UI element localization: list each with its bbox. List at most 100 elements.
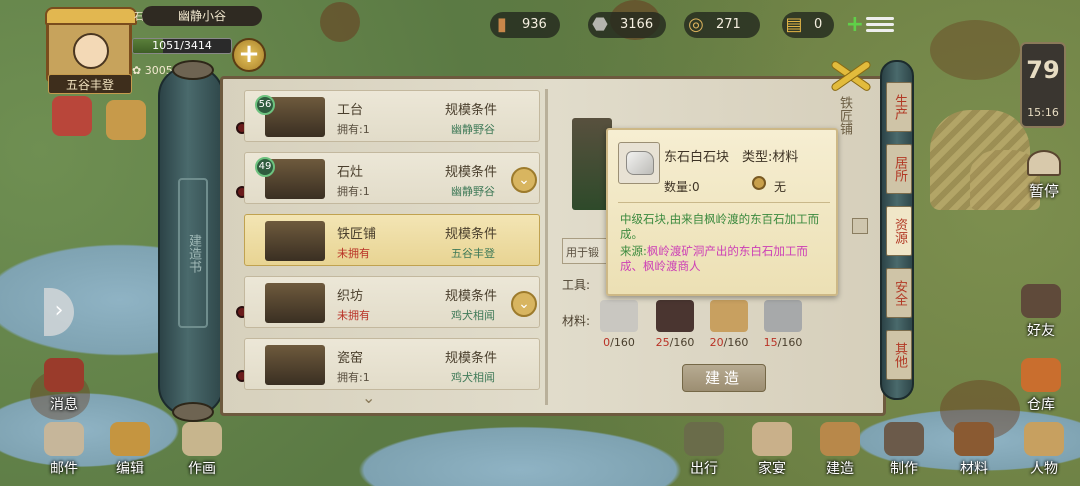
coin-icon: ◎ — [688, 14, 704, 35]
tooltip-description: 中级石块,由来自枫岭渡的东百石加工而成。 — [620, 212, 820, 241]
material-count: 0/160 — [596, 336, 642, 349]
nav-travel[interactable]: 出行 — [676, 422, 732, 478]
nav-shop[interactable] — [104, 100, 148, 142]
pause-label: 暂停 — [1028, 182, 1059, 200]
building-name: 织坊 — [337, 289, 364, 304]
resource-stone[interactable]: ⬣ 3166 — [588, 12, 666, 38]
ore-icon — [656, 300, 694, 332]
build-button[interactable]: 建造 — [682, 364, 766, 392]
detail-use-text: 用于锻 — [562, 238, 608, 264]
resource-coin[interactable]: ◎ 271 — [684, 12, 760, 38]
building-card[interactable]: 49 石灶 拥有:1 规模条件 幽静野谷 ⌄ — [244, 152, 540, 204]
nav-label: 好友 — [1027, 323, 1055, 339]
building-card[interactable]: 瓷窑 拥有:1 规模条件 鸡犬相闻 — [244, 338, 540, 390]
material-need: /160 — [723, 336, 749, 349]
stone-block-icon — [618, 142, 660, 184]
metal-icon — [764, 300, 802, 332]
chevron-down-icon[interactable]: ⌄ — [511, 167, 537, 193]
menu-icon[interactable] — [866, 14, 894, 36]
category-tab[interactable]: 其他 — [886, 330, 912, 380]
friends-icon — [1021, 284, 1061, 318]
category-tab[interactable]: 生产 — [886, 82, 912, 132]
player-name: 五谷丰登 — [48, 74, 132, 94]
nav-edit[interactable]: 编辑 — [106, 422, 154, 478]
material-icon — [954, 422, 994, 456]
game-time: 15:16 — [1027, 106, 1059, 119]
chevron-down-icon[interactable]: ⌄ — [511, 291, 537, 317]
material-need: /160 — [777, 336, 803, 349]
nav-family[interactable]: 家宴 — [744, 422, 800, 478]
scale-condition-label: 规模条件 — [445, 289, 498, 304]
category-tab[interactable]: 居所 — [886, 144, 912, 194]
tooltip-type: 类型:材料 — [742, 150, 799, 165]
building-image — [265, 345, 325, 385]
add-button[interactable]: + — [232, 38, 266, 72]
population-text: 1051/3414 — [152, 39, 212, 52]
roller-knob-bottom — [172, 402, 214, 422]
travel-icon — [684, 422, 724, 456]
avatar[interactable] — [45, 7, 137, 82]
resource-wood[interactable]: ▮ 936 — [490, 12, 560, 38]
tooltip-source: 来源:枫岭渡矿洞产出的东白石加工而成、枫岭渡商人 — [620, 244, 830, 274]
nav-build[interactable]: 建造 — [812, 422, 868, 478]
nav-painting[interactable]: 作画 — [178, 422, 226, 478]
tooltip-price: 无 — [774, 180, 787, 194]
owned-status: 拥有:1 — [337, 185, 370, 198]
material-have: 25 — [655, 336, 670, 349]
building-card[interactable]: 铁匠铺 未拥有 规模条件 五谷丰登 — [244, 214, 540, 266]
shop-icon — [106, 100, 146, 140]
nav-messages[interactable]: 消息 — [42, 358, 86, 414]
avatar-roof-decoration — [45, 7, 137, 25]
close-icon[interactable] — [826, 56, 876, 96]
nav-craft[interactable]: 制作 — [876, 422, 932, 478]
village-name[interactable]: 幽静小谷 — [142, 6, 262, 26]
nav-label: 出行 — [690, 461, 718, 477]
owned-status: 拥有:1 — [337, 123, 370, 136]
material-count: 15/160 — [760, 336, 806, 349]
add-ticket-button[interactable]: + — [846, 14, 864, 36]
owned-status: 拥有:1 — [337, 371, 370, 384]
material-item[interactable]: 15/160 — [760, 300, 806, 349]
owned-status: 未拥有 — [337, 309, 370, 322]
nav-people[interactable]: 人物 — [1016, 422, 1072, 478]
building-name: 工台 — [337, 103, 364, 118]
building-image — [265, 221, 325, 261]
scroll-down-icon[interactable]: ⌄ — [362, 388, 375, 407]
category-tab[interactable]: 资源 — [886, 206, 912, 256]
event-icon — [52, 96, 92, 136]
scale-condition-label: 规模条件 — [445, 227, 498, 242]
nav-material[interactable]: 材料 — [946, 422, 1002, 478]
painting-icon — [182, 422, 222, 456]
material-need: /160 — [669, 336, 695, 349]
divider — [618, 202, 830, 203]
material-item[interactable]: 25/160 — [652, 300, 698, 349]
wood-icon: ▮ — [497, 14, 507, 35]
material-label: 材料: — [562, 314, 591, 328]
building-card[interactable]: 织坊 未拥有 规模条件 鸡犬相闻 ⌄ — [244, 276, 540, 328]
messages-icon — [44, 358, 84, 392]
nav-mail[interactable]: 邮件 — [42, 422, 86, 478]
craft-icon — [884, 422, 924, 456]
building-card[interactable]: 56 工台 拥有:1 规模条件 幽静野谷 — [244, 90, 540, 142]
category-tab[interactable]: 安全 — [886, 268, 912, 318]
pause-button[interactable]: 暂停 — [1016, 150, 1072, 201]
material-item[interactable]: 20/160 — [706, 300, 752, 349]
tool-label: 工具: — [562, 278, 591, 292]
resource-ticket[interactable]: ▤ 0 + — [782, 12, 864, 38]
nav-label: 邮件 — [50, 461, 78, 477]
pause-icon — [1027, 150, 1061, 176]
people-icon — [1024, 422, 1064, 456]
info-icon[interactable] — [852, 218, 868, 234]
building-name: 石灶 — [337, 165, 364, 180]
material-have: 15 — [763, 336, 778, 349]
material-item[interactable]: 0/160 — [596, 300, 642, 349]
scroll-title: 建造书 — [178, 178, 208, 328]
nav-warehouse[interactable]: 仓库 — [1016, 358, 1066, 414]
nav-friends[interactable]: 好友 — [1016, 284, 1066, 340]
scale-condition-value: 幽静野谷 — [451, 185, 495, 198]
scale-condition-label: 规模条件 — [445, 165, 498, 180]
day-number: 79 — [1026, 56, 1060, 84]
warehouse-icon — [1021, 358, 1061, 392]
nav-event[interactable] — [48, 96, 96, 138]
material-need: /160 — [610, 336, 635, 349]
